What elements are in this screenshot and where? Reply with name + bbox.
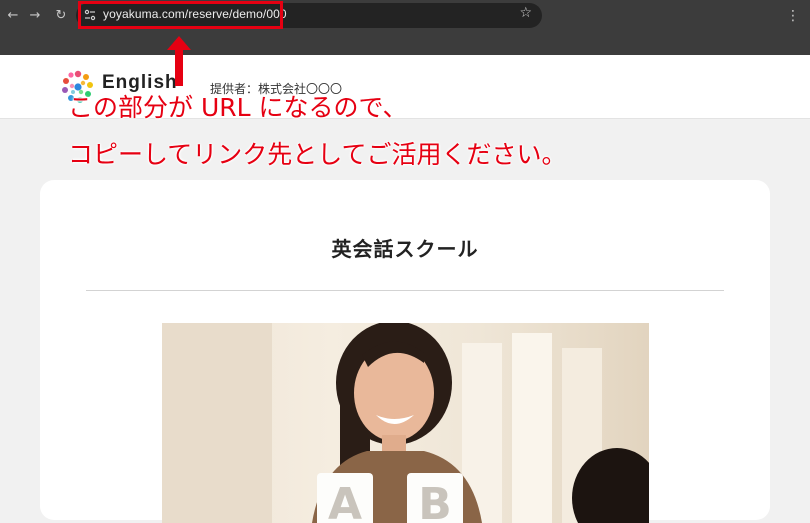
- bookmark-star-icon[interactable]: ☆: [519, 5, 532, 21]
- kebab-menu-icon[interactable]: ⋮: [786, 5, 800, 27]
- divider: [86, 290, 724, 291]
- reload-button[interactable]: ↻: [50, 5, 72, 27]
- hero-photo-illustration: A B: [162, 323, 649, 523]
- back-button[interactable]: ←: [2, 5, 24, 27]
- annotation-line-2: コピーしてリンク先としてご活用ください。: [68, 140, 567, 169]
- card-letter-b: B: [418, 479, 452, 523]
- page-title: 英会話スクール: [331, 237, 479, 261]
- url-highlight-box: [78, 1, 283, 29]
- hero-image: A B: [162, 323, 649, 523]
- card-letter-a: A: [328, 479, 362, 523]
- forward-button[interactable]: →: [24, 5, 46, 27]
- arrow-up-icon: [167, 36, 191, 86]
- content-card: 英会話スクール A B: [40, 180, 770, 523]
- annotation-line-1: この部分が URL になるので、: [68, 93, 408, 122]
